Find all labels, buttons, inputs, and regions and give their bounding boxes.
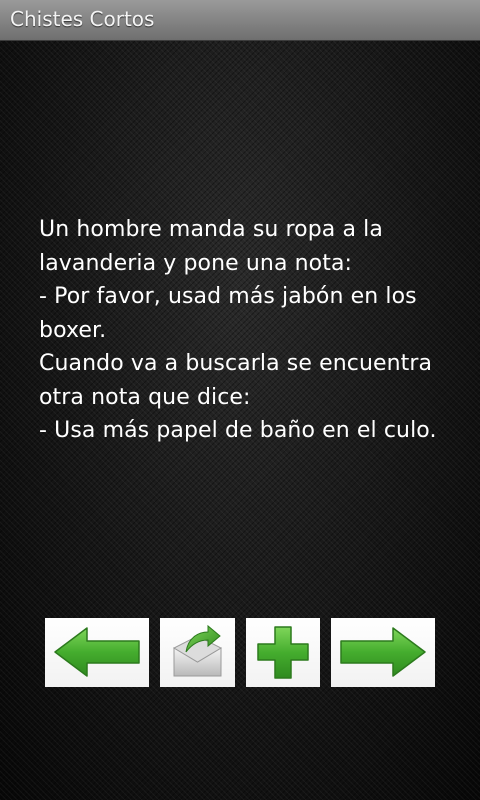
arrow-left-icon — [54, 627, 140, 677]
app-title: Chistes Cortos — [10, 7, 155, 31]
joke-text: Un hombre manda su ropa a la lavanderia … — [39, 217, 437, 443]
add-joke-button[interactable] — [246, 618, 320, 687]
share-envelope-icon — [172, 624, 223, 677]
arrow-right-icon — [340, 627, 426, 677]
app-screen: Chistes Cortos Un hombre manda su ropa a… — [0, 0, 480, 800]
share-button[interactable] — [160, 618, 235, 687]
previous-joke-button[interactable] — [45, 618, 149, 687]
plus-icon — [257, 626, 309, 679]
next-joke-button[interactable] — [331, 618, 435, 687]
title-bar: Chistes Cortos — [0, 0, 480, 41]
